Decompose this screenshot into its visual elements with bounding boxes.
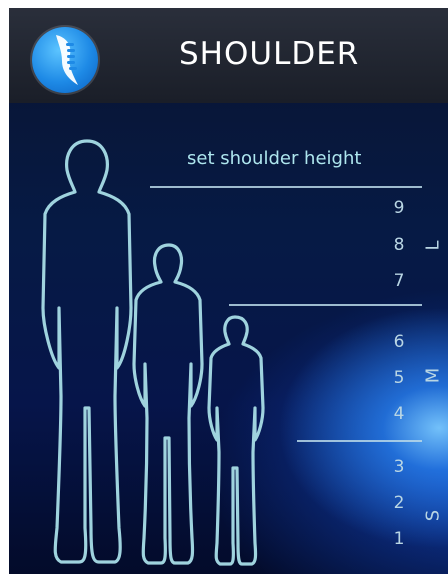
height-level-2[interactable]: 2 [389, 493, 409, 513]
height-level-5[interactable]: 5 [389, 368, 409, 388]
height-level-3[interactable]: 3 [389, 457, 409, 477]
small-figure [207, 315, 265, 566]
height-level-1[interactable]: 1 [389, 529, 409, 549]
size-label-medium: M [422, 367, 444, 384]
height-level-8[interactable]: 8 [389, 235, 409, 255]
height-level-4[interactable]: 4 [389, 404, 409, 424]
medium-figure [132, 243, 204, 565]
height-level-9[interactable]: 9 [389, 198, 409, 218]
height-level-7[interactable]: 7 [389, 271, 409, 291]
divider-m-s [297, 440, 422, 442]
size-label-small: S [422, 509, 444, 522]
large-figure [41, 139, 133, 564]
height-level-6[interactable]: 6 [389, 332, 409, 352]
figure-outlines [41, 139, 265, 566]
divider-l-m [229, 304, 422, 306]
divider-top [150, 186, 422, 188]
size-label-large: L [422, 240, 444, 251]
shoulder-screen: SHOULDER set shoulder height 9 8 7 6 5 4… [9, 8, 448, 574]
